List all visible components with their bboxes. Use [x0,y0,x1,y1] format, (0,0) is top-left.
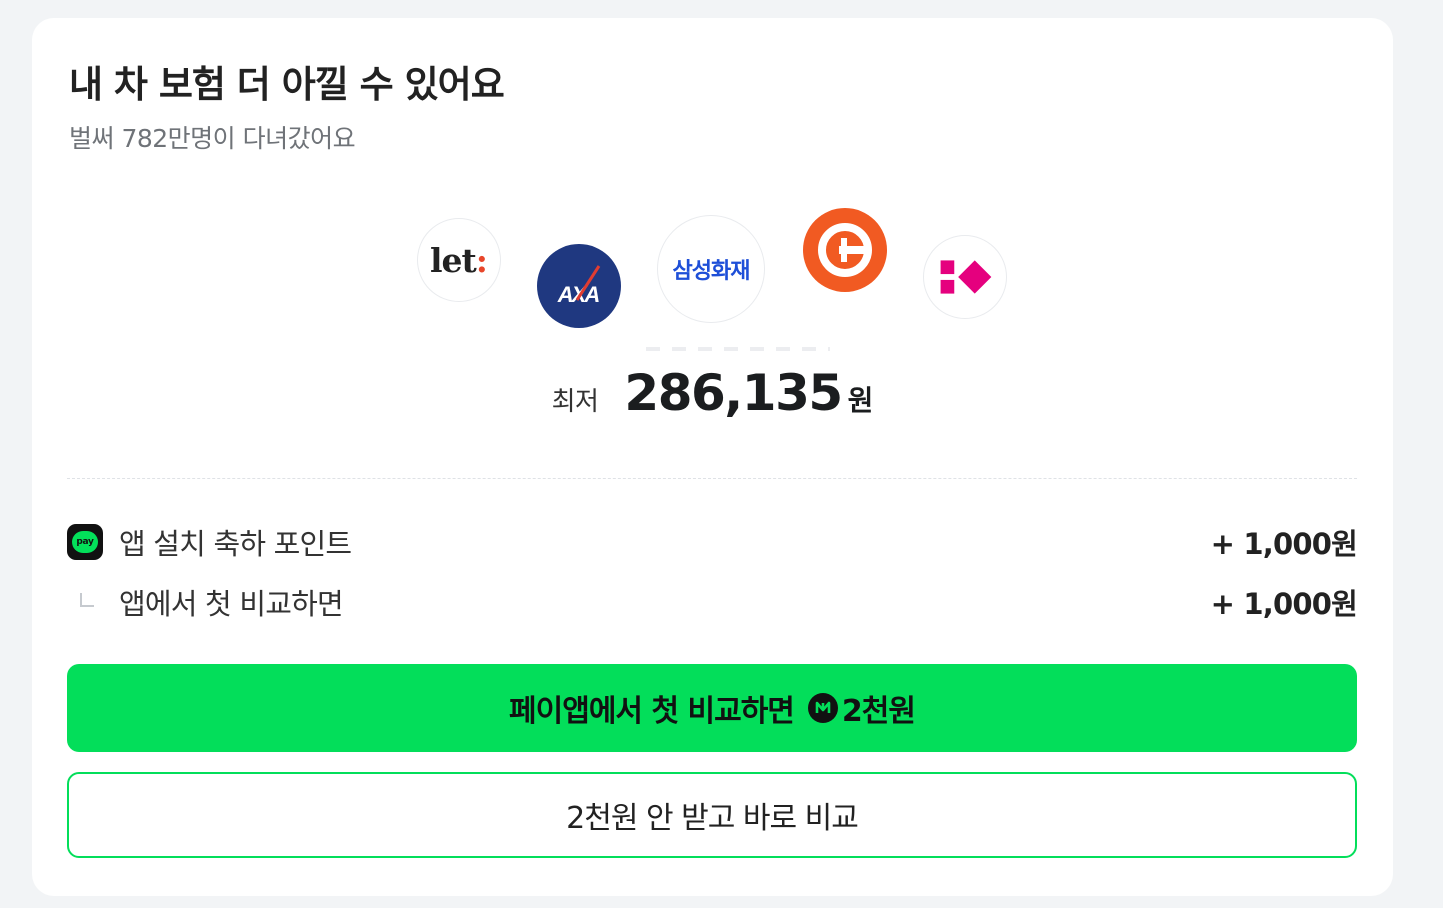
reward-row-install: pay 앱 설치 축하 포인트 + 1,000원 [67,522,1358,562]
primary-button-label: 페이앱에서 첫 비교하면 [509,694,795,729]
primary-button-reward: 2천원 [841,694,916,729]
npay-point-icon [807,693,838,723]
reward-label: 앱에서 첫 비교하면 [119,587,344,621]
price-amount: 286,135 [624,364,843,422]
compare-in-pay-app-button[interactable]: 페이앱에서 첫 비교하면 2천원 [67,664,1357,752]
dashed-divider [67,478,1357,479]
samsung-fire-logo-icon: 삼성화재 [657,215,765,323]
secondary-button-label: 2천원 안 받고 바로 비교 [566,801,859,836]
compare-without-reward-button[interactable]: 2천원 안 받고 바로 비교 [67,772,1357,858]
hanwha-logo-icon [803,208,887,292]
reward-value: + 1,000원 [1210,527,1358,561]
price-prefix: 최저 [551,387,599,417]
carrot-logo-icon [923,235,1007,319]
faded-caption [646,347,830,351]
reward-row-first-compare: 앱에서 첫 비교하면 + 1,000원 [67,582,1358,622]
price-unit: 원 [847,384,874,417]
pay-badge-text: pay [72,531,98,553]
pay-badge-icon: pay [67,524,103,560]
insurer-logos: let: AXA 삼성화재 [32,18,1393,358]
axa-logo-icon: AXA [537,244,621,328]
reward-value: + 1,000원 [1210,587,1358,621]
reward-label: 앱 설치 축하 포인트 [119,527,352,561]
svg-text:AXA: AXA [557,282,600,307]
lowest-price: 최저 286,135 원 [32,364,1393,434]
sub-item-icon [67,584,103,620]
insurance-card: 내 차 보험 더 아낄 수 있어요 벌써 782만명이 다녀갔어요 let: A… [32,18,1393,896]
let-logo-icon: let: [417,218,501,302]
